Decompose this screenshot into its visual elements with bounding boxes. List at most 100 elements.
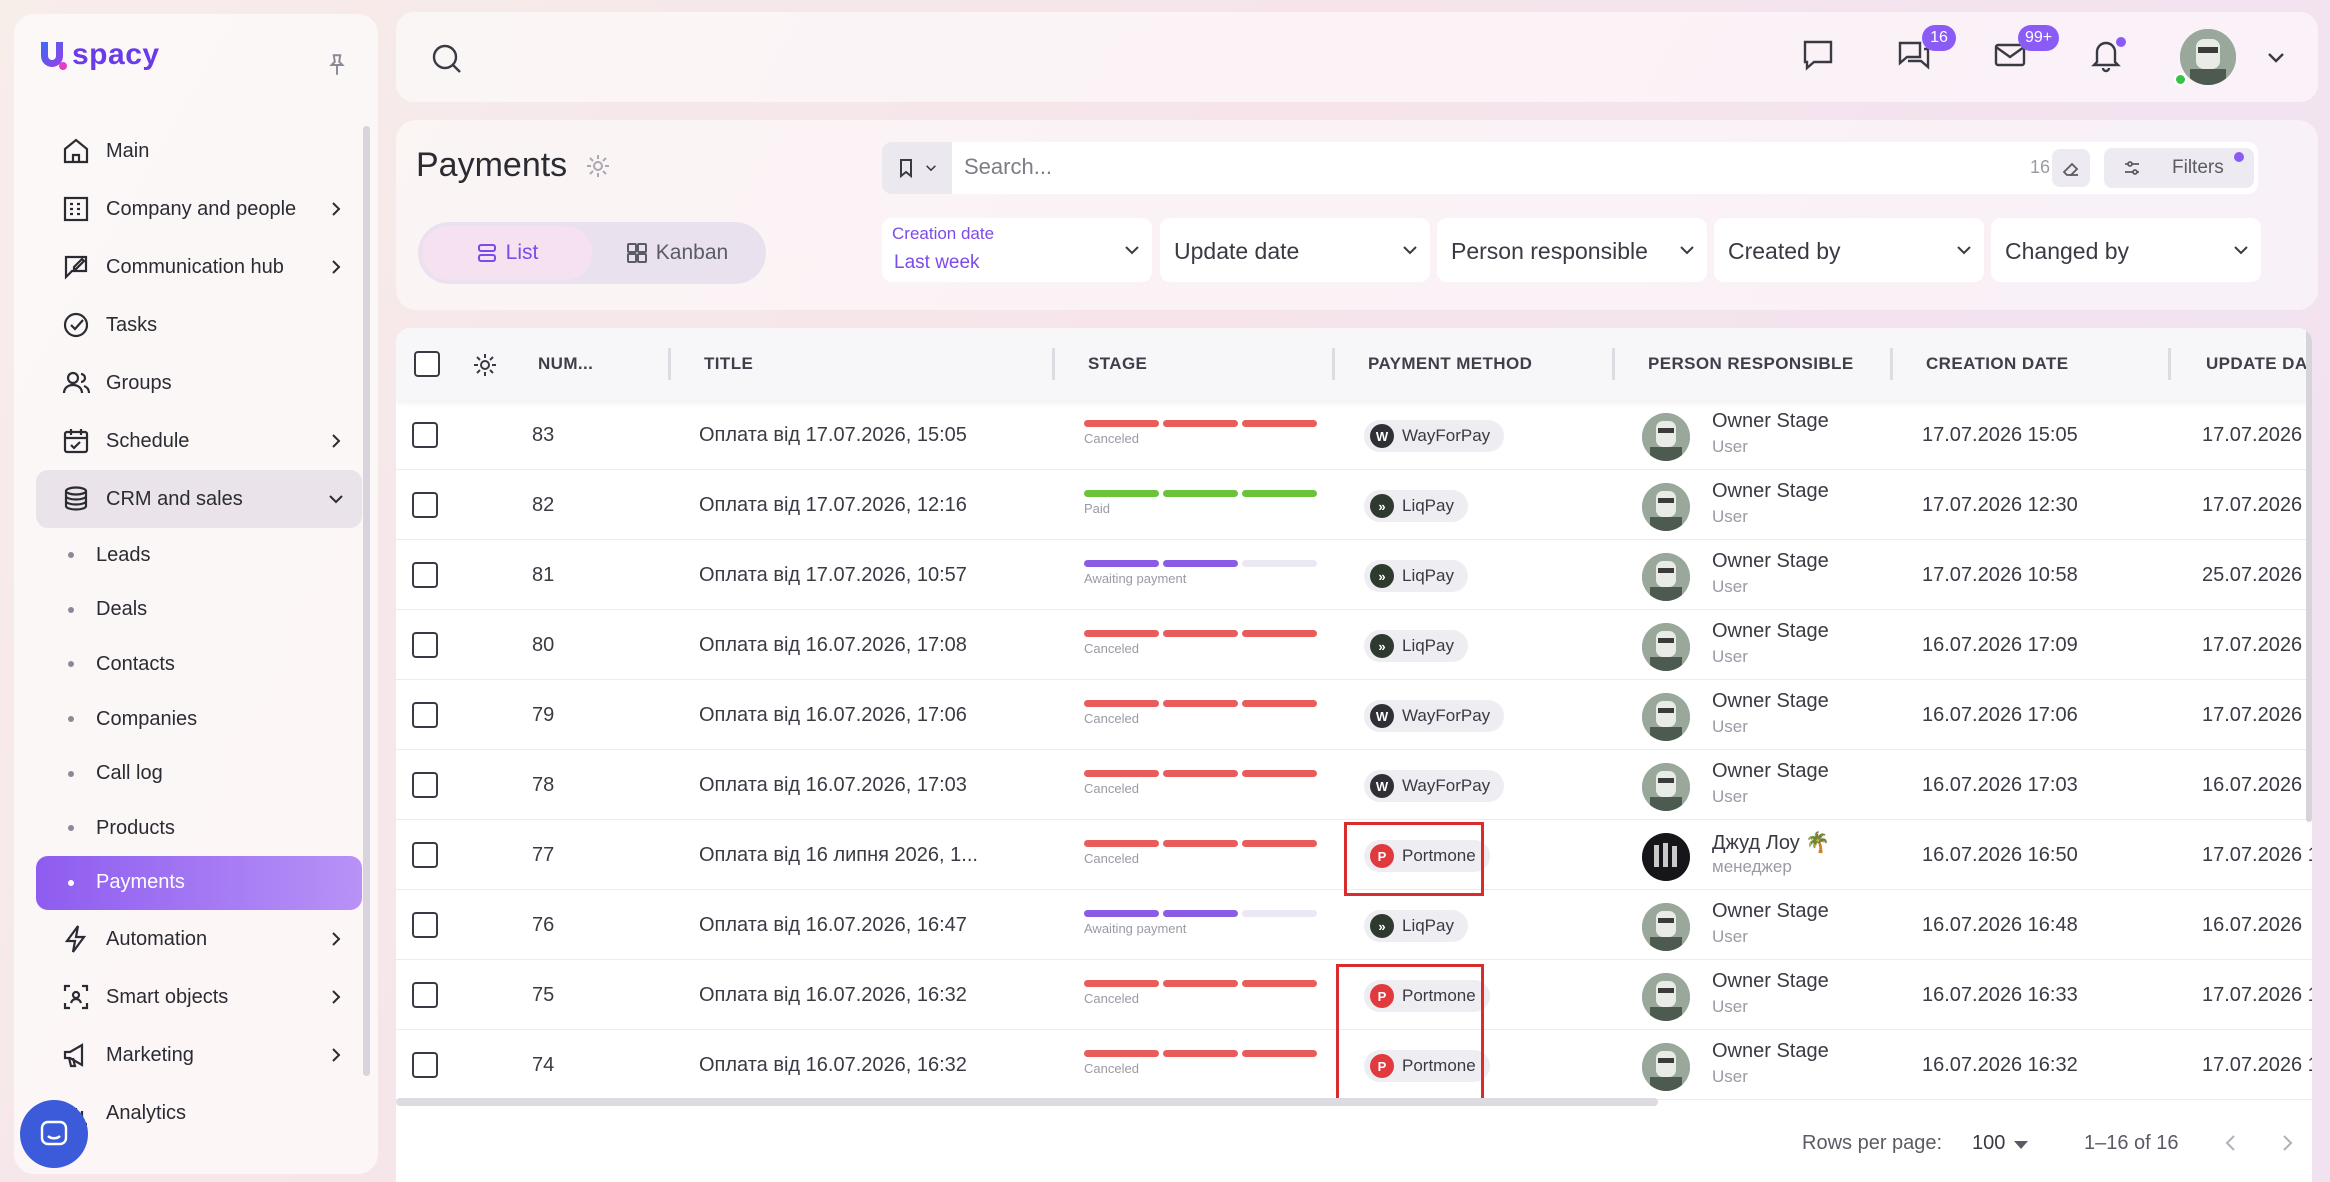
table-horizontal-scrollbar[interactable] bbox=[396, 1098, 1658, 1106]
stage-indicator[interactable]: Canceled bbox=[1084, 1050, 1318, 1076]
person-name[interactable]: Owner Stage bbox=[1712, 480, 1829, 503]
column-header-title[interactable]: TITLE bbox=[704, 354, 753, 374]
sidebar-item-company-and-people[interactable]: Company and people bbox=[36, 180, 362, 238]
sidebar-item-crm-and-sales[interactable]: CRM and sales bbox=[36, 470, 362, 528]
row-checkbox[interactable] bbox=[412, 702, 438, 728]
chevron-down-icon[interactable] bbox=[2264, 45, 2288, 69]
column-separator[interactable] bbox=[1890, 348, 1893, 380]
column-separator[interactable] bbox=[668, 348, 671, 380]
column-header-person-responsible[interactable]: PERSON RESPONSIBLE bbox=[1648, 354, 1854, 374]
filters-button[interactable]: Filters bbox=[2104, 148, 2254, 188]
user-menu[interactable] bbox=[2128, 29, 2236, 86]
stage-indicator[interactable]: Awaiting payment bbox=[1084, 910, 1318, 936]
search-input[interactable]: Search... bbox=[964, 154, 1052, 180]
gear-icon[interactable] bbox=[584, 152, 612, 180]
cell-title[interactable]: Оплата від 17.07.2026, 15:05 bbox=[699, 424, 967, 447]
row-checkbox[interactable] bbox=[412, 492, 438, 518]
table-row[interactable]: 76 Оплата від 16.07.2026, 16:47 Awaiting p… bbox=[396, 890, 2312, 960]
sidebar-subitem-deals[interactable]: Deals bbox=[36, 583, 362, 638]
filter-person-responsible[interactable]: Person responsible bbox=[1437, 218, 1707, 282]
view-list-button[interactable]: List bbox=[422, 226, 592, 280]
clear-search-button[interactable] bbox=[2052, 149, 2090, 187]
sidebar-item-tasks[interactable]: Tasks bbox=[36, 296, 362, 354]
cell-title[interactable]: Оплата від 17.07.2026, 10:57 bbox=[699, 564, 967, 587]
column-separator[interactable] bbox=[2168, 348, 2171, 380]
filter-creation-date[interactable]: Creation date Last week bbox=[882, 218, 1152, 282]
table-vertical-scrollbar[interactable] bbox=[2306, 328, 2312, 822]
person-name[interactable]: Owner Stage bbox=[1712, 970, 1829, 993]
cell-title[interactable]: Оплата від 16.07.2026, 17:03 bbox=[699, 774, 967, 797]
sidebar-item-schedule[interactable]: Schedule bbox=[36, 412, 362, 470]
person-name[interactable]: Джуд Лоу 🌴 bbox=[1712, 830, 1830, 855]
column-separator[interactable] bbox=[1052, 348, 1055, 380]
stage-indicator[interactable]: Canceled bbox=[1084, 980, 1318, 1006]
row-checkbox[interactable] bbox=[412, 422, 438, 448]
sidebar-item-groups[interactable]: Groups bbox=[36, 354, 362, 412]
stage-indicator[interactable]: Canceled bbox=[1084, 420, 1318, 446]
sidebar-subitem-payments[interactable]: Payments bbox=[36, 855, 362, 911]
column-header-stage[interactable]: STAGE bbox=[1088, 354, 1147, 374]
person-name[interactable]: Owner Stage bbox=[1712, 550, 1829, 573]
rows-per-page-select[interactable]: 100 bbox=[1972, 1132, 2005, 1155]
previous-page-icon[interactable] bbox=[2218, 1130, 2244, 1156]
column-header-num[interactable]: NUM... bbox=[538, 354, 593, 374]
sidebar-subitem-contacts[interactable]: Contacts bbox=[36, 637, 362, 692]
messages-button[interactable]: 16 bbox=[1896, 25, 1956, 77]
mail-button[interactable]: 99+ bbox=[1992, 25, 2060, 77]
filter-update-date[interactable]: Update date bbox=[1160, 218, 1430, 282]
next-page-icon[interactable] bbox=[2274, 1130, 2300, 1156]
table-row[interactable]: 79 Оплата від 16.07.2026, 17:06 Canceled W W… bbox=[396, 680, 2312, 750]
sidebar-subitem-companies[interactable]: Companies bbox=[36, 692, 362, 747]
search-icon[interactable] bbox=[430, 42, 464, 76]
stage-indicator[interactable]: Canceled bbox=[1084, 770, 1318, 796]
filter-changed-by[interactable]: Changed by bbox=[1991, 218, 2261, 282]
chat-button[interactable] bbox=[1800, 37, 1840, 77]
row-checkbox[interactable] bbox=[412, 982, 438, 1008]
column-header-update-date[interactable]: UPDATE DATE bbox=[2206, 354, 2312, 374]
person-name[interactable]: Owner Stage bbox=[1712, 1040, 1829, 1063]
sidebar-item-communication-hub[interactable]: Communication hub bbox=[36, 238, 362, 296]
row-checkbox[interactable] bbox=[412, 842, 438, 868]
person-name[interactable]: Owner Stage bbox=[1712, 760, 1829, 783]
table-row[interactable]: 80 Оплата від 16.07.2026, 17:08 Canceled » L… bbox=[396, 610, 2312, 680]
cell-title[interactable]: Оплата від 16 липня 2026, 1... bbox=[699, 844, 978, 867]
sidebar-subitem-products[interactable]: Products bbox=[36, 801, 362, 856]
filter-created-by[interactable]: Created by bbox=[1714, 218, 1984, 282]
person-name[interactable]: Owner Stage bbox=[1712, 900, 1829, 923]
column-separator[interactable] bbox=[1612, 348, 1615, 380]
view-kanban-button[interactable]: Kanban bbox=[592, 226, 762, 280]
column-header-payment-method[interactable]: PAYMENT METHOD bbox=[1368, 354, 1532, 374]
notifications-button[interactable] bbox=[2088, 37, 2128, 77]
table-row[interactable]: 82 Оплата від 17.07.2026, 12:16 Paid » LiqPa… bbox=[396, 470, 2312, 540]
cell-title[interactable]: Оплата від 16.07.2026, 16:32 bbox=[699, 984, 967, 1007]
cell-title[interactable]: Оплата від 16.07.2026, 17:08 bbox=[699, 634, 967, 657]
row-checkbox[interactable] bbox=[412, 772, 438, 798]
support-chat-button[interactable] bbox=[20, 1100, 88, 1168]
stage-indicator[interactable]: Canceled bbox=[1084, 630, 1318, 656]
stage-indicator[interactable]: Paid bbox=[1084, 490, 1318, 516]
sidebar-item-marketing[interactable]: Marketing bbox=[36, 1026, 362, 1084]
table-row[interactable]: 78 Оплата від 16.07.2026, 17:03 Canceled W W… bbox=[396, 750, 2312, 820]
sidebar-item-main[interactable]: Main bbox=[36, 122, 362, 180]
sidebar-scrollbar[interactable] bbox=[363, 126, 370, 1076]
sidebar-subitem-leads[interactable]: Leads bbox=[36, 528, 362, 583]
table-row[interactable]: 81 Оплата від 17.07.2026, 10:57 Awaiting p… bbox=[396, 540, 2312, 610]
column-separator[interactable] bbox=[1332, 348, 1335, 380]
person-name[interactable]: Owner Stage bbox=[1712, 410, 1829, 433]
cell-title[interactable]: Оплата від 16.07.2026, 16:32 bbox=[699, 1054, 967, 1077]
saved-filters-button[interactable] bbox=[882, 142, 952, 194]
person-name[interactable]: Owner Stage bbox=[1712, 690, 1829, 713]
stage-indicator[interactable]: Awaiting payment bbox=[1084, 560, 1318, 586]
stage-indicator[interactable]: Canceled bbox=[1084, 700, 1318, 726]
pin-icon[interactable] bbox=[324, 52, 350, 78]
logo[interactable]: spacy bbox=[36, 38, 160, 72]
row-checkbox[interactable] bbox=[412, 632, 438, 658]
table-row[interactable]: 83 Оплата від 17.07.2026, 15:05 Canceled W W… bbox=[396, 400, 2312, 470]
sidebar-subitem-call-log[interactable]: Call log bbox=[36, 746, 362, 801]
cell-title[interactable]: Оплата від 17.07.2026, 12:16 bbox=[699, 494, 967, 517]
row-checkbox[interactable] bbox=[412, 912, 438, 938]
stage-indicator[interactable]: Canceled bbox=[1084, 840, 1318, 866]
caret-down-icon[interactable] bbox=[2014, 1141, 2028, 1149]
select-all-checkbox[interactable] bbox=[414, 351, 440, 377]
column-settings-gear-icon[interactable] bbox=[472, 352, 498, 378]
